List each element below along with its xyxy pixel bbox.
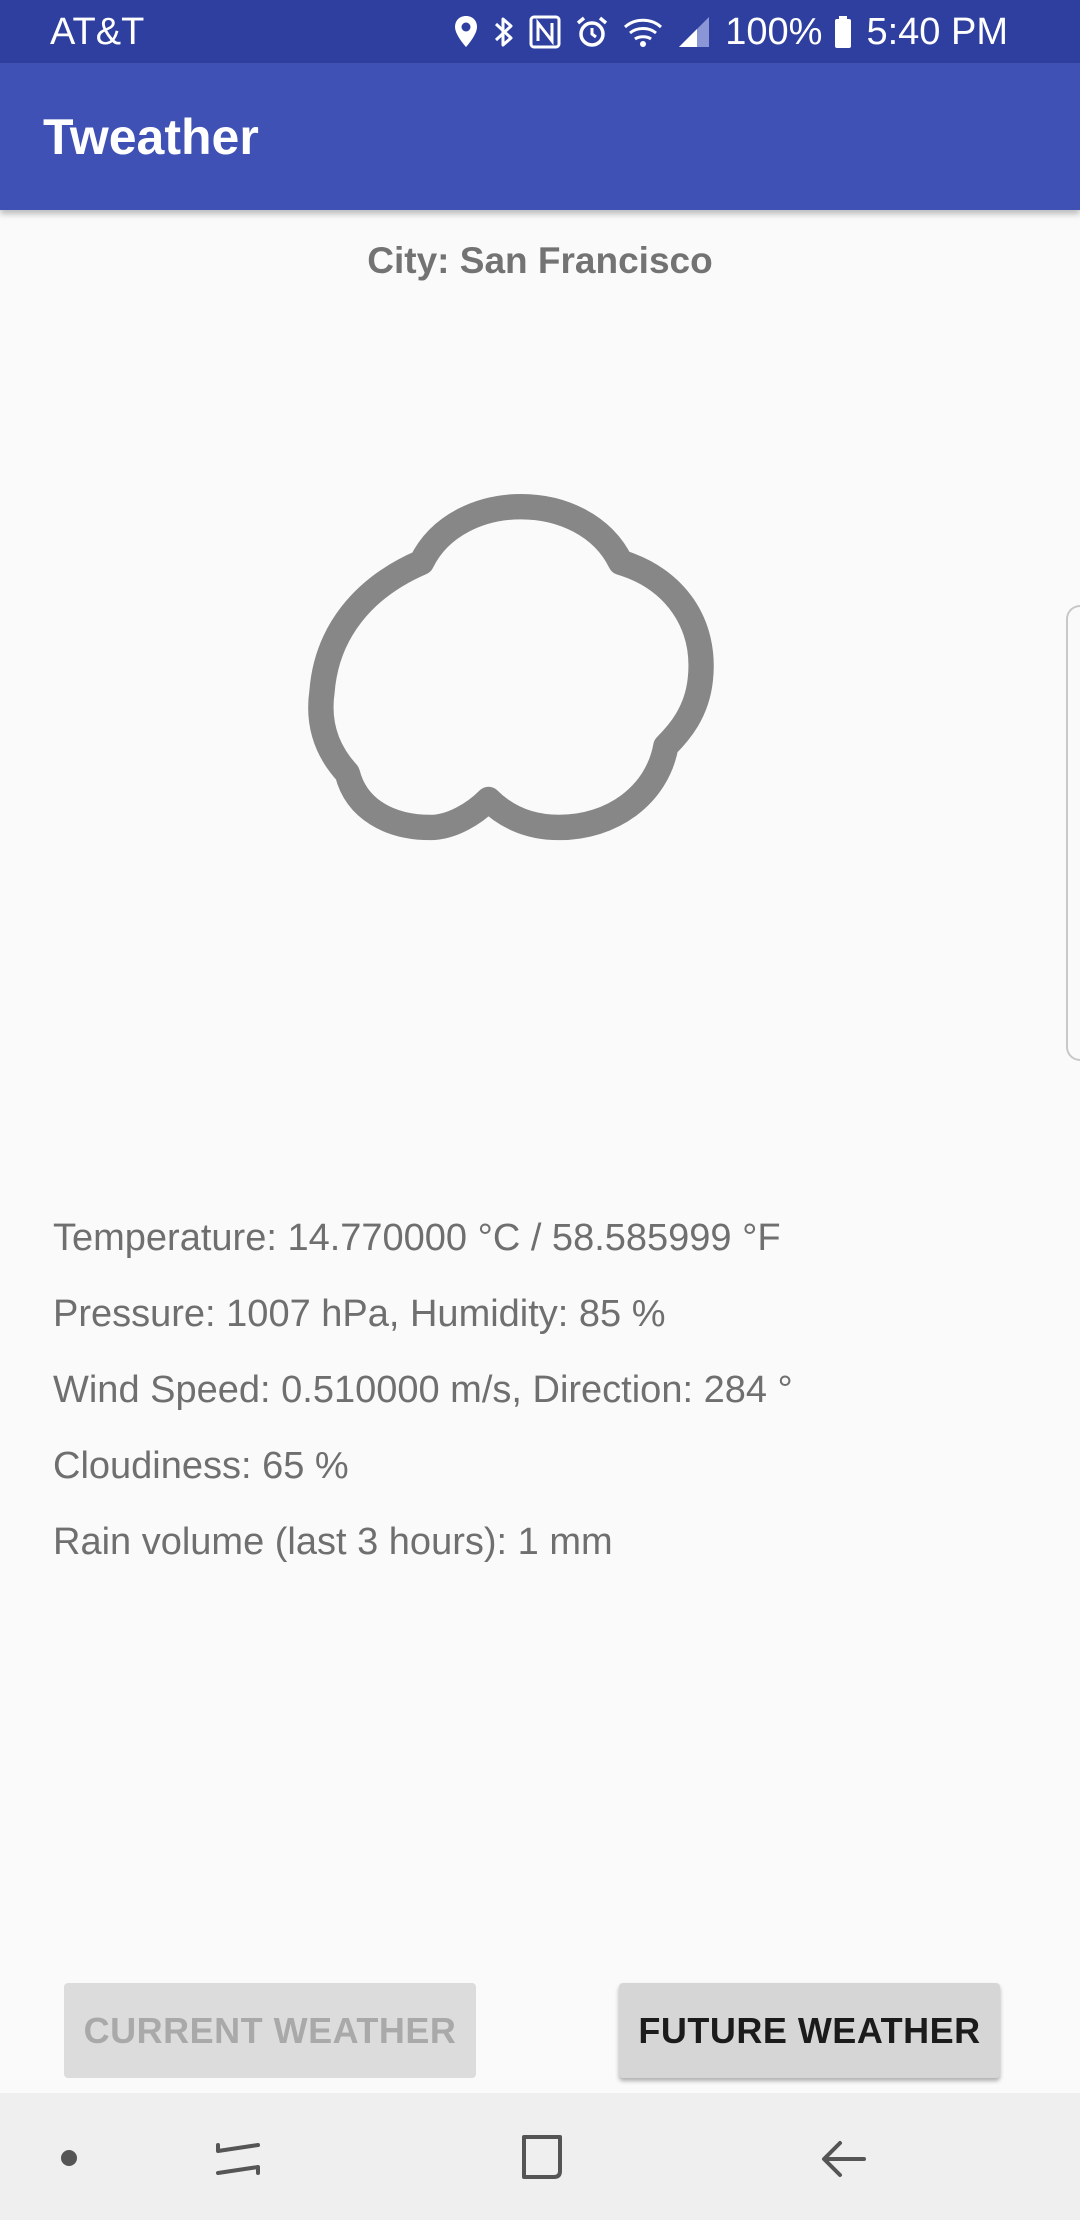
rain-volume-text: Rain volume (last 3 hours): 1 mm <box>53 1521 613 1563</box>
battery-icon <box>834 15 852 49</box>
status-icons: 100% 5:40 PM <box>453 0 1020 63</box>
temperature-text: Temperature: 14.770000 °C / 58.585999 °F <box>53 1217 781 1259</box>
overview-icon[interactable] <box>506 2123 576 2193</box>
weather-details: Temperature: 14.770000 °C / 58.585999 °F… <box>53 1210 793 1590</box>
nfc-icon <box>529 15 561 49</box>
current-weather-button[interactable]: CURRENT WEATHER <box>64 1983 476 2078</box>
recents-icon[interactable] <box>204 2123 274 2193</box>
clock-time: 5:40 PM <box>866 10 1008 53</box>
status-bar: AT&T 100% 5:40 PM <box>0 0 1080 63</box>
battery-percent: 100% <box>725 10 823 53</box>
cloud-icon <box>300 460 780 880</box>
location-icon <box>453 15 479 49</box>
future-weather-button[interactable]: FUTURE WEATHER <box>619 1983 1000 2078</box>
bluetooth-icon <box>493 15 515 49</box>
carrier-label: AT&T <box>50 11 145 53</box>
pressure-humidity-text: Pressure: 1007 hPa, Humidity: 85 % <box>53 1293 666 1335</box>
screen: AT&T 100% 5:40 PM Tweather City: San Fra… <box>0 0 1080 2220</box>
cloudiness-text: Cloudiness: 65 % <box>53 1445 349 1487</box>
wifi-icon <box>623 15 663 49</box>
edge-panel-handle[interactable] <box>1066 605 1080 1061</box>
home-dot-icon[interactable] <box>34 2123 104 2193</box>
back-icon[interactable] <box>810 2123 880 2193</box>
navigation-bar <box>0 2093 1080 2220</box>
city-label: City: San Francisco <box>367 240 713 281</box>
signal-icon <box>677 15 711 49</box>
app-bar: Tweather <box>0 63 1080 210</box>
wind-text: Wind Speed: 0.510000 m/s, Direction: 284… <box>53 1369 793 1411</box>
alarm-icon <box>575 15 609 49</box>
app-title: Tweather <box>43 109 259 165</box>
